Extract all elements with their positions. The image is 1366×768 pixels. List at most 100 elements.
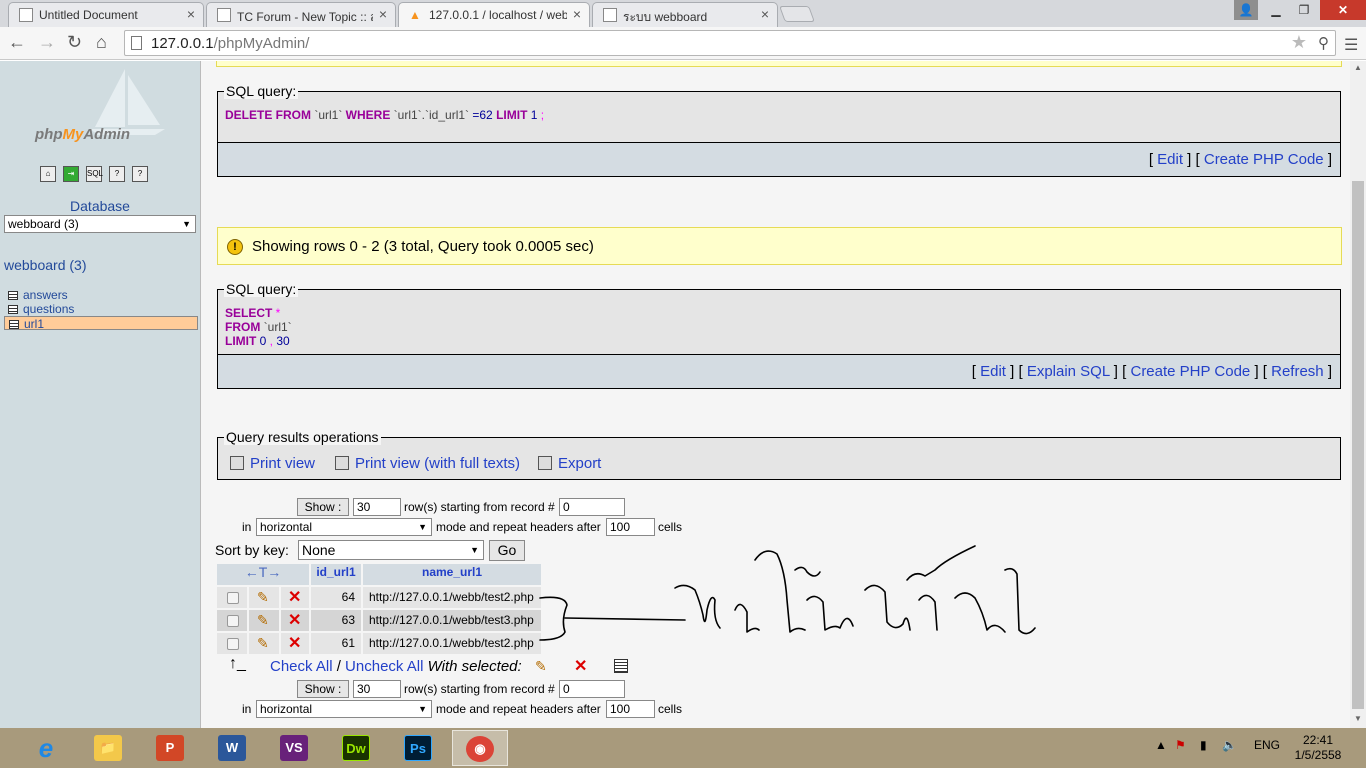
display-mode-select[interactable]: horizontal ▼ xyxy=(256,518,432,536)
phpmyadmin-logo[interactable]: phpMyAdmin xyxy=(35,126,130,143)
maximize-icon[interactable]: ❐ xyxy=(1290,0,1318,20)
pencil-icon[interactable]: ✎ xyxy=(257,633,269,654)
edit-selected-icon[interactable]: ✎ xyxy=(535,658,547,675)
menu-icon[interactable]: ☰ xyxy=(1344,35,1358,55)
document-icon xyxy=(217,8,231,22)
sql-query-legend: SQL query: xyxy=(224,281,299,297)
delete-selected-icon[interactable]: ✕ xyxy=(574,656,587,676)
close-window-icon[interactable]: ✕ xyxy=(1320,0,1366,20)
pencil-icon[interactable]: ✎ xyxy=(257,610,269,631)
word-icon[interactable]: W xyxy=(204,730,260,766)
show-button[interactable]: Show : xyxy=(297,498,349,516)
close-tab-icon[interactable]: × xyxy=(379,6,387,22)
close-tab-icon[interactable]: × xyxy=(187,6,195,22)
visual-studio-icon[interactable]: VS xyxy=(266,730,322,766)
tab-webboard[interactable]: ระบบ webboard × xyxy=(592,2,778,27)
rows-input-bottom[interactable]: 30 xyxy=(353,680,401,698)
export-link[interactable]: Export xyxy=(538,455,601,472)
print-view-link[interactable]: Print view xyxy=(230,455,315,472)
database-link[interactable]: webboard (3) xyxy=(4,257,87,273)
query-window-icon[interactable]: ? xyxy=(109,166,125,182)
back-icon[interactable]: ← xyxy=(8,32,26,53)
export-selected-icon[interactable] xyxy=(614,659,628,673)
vertical-scrollbar[interactable]: ▲ ▼ xyxy=(1350,61,1366,728)
home-icon[interactable]: ⌂ xyxy=(40,166,56,182)
delete-icon[interactable]: ✕ xyxy=(288,610,301,631)
create-php-code-link[interactable]: Create PHP Code xyxy=(1204,151,1324,168)
show-button-bottom[interactable]: Show : xyxy=(297,680,349,698)
tab-title: ระบบ webboard xyxy=(623,10,708,24)
database-label: Database xyxy=(70,198,130,214)
refresh-link[interactable]: Refresh xyxy=(1271,363,1324,380)
sql-icon[interactable]: SQL xyxy=(86,166,103,182)
table-item-url1[interactable]: url1 xyxy=(4,316,198,331)
network-icon[interactable]: ⚑ xyxy=(1175,738,1186,752)
print-view-full-link[interactable]: Print view (with full texts) xyxy=(335,455,520,472)
delete-icon[interactable]: ✕ xyxy=(288,587,301,608)
extension-icon[interactable]: ⚲ xyxy=(1318,34,1329,52)
table-icon xyxy=(8,291,18,300)
column-arrows-header[interactable]: ←T→ xyxy=(217,564,309,585)
address-url[interactable]: 127.0.0.1/phpMyAdmin/ xyxy=(151,35,309,52)
file-explorer-icon[interactable]: 📁 xyxy=(80,730,136,766)
start-record-input[interactable]: 0 xyxy=(559,498,625,516)
bookmark-star-icon[interactable]: ★ xyxy=(1291,32,1307,53)
uncheck-all-link[interactable]: Uncheck All xyxy=(345,658,423,675)
tab-title: 127.0.0.1 / localhost / web xyxy=(429,8,567,22)
showing-rows-notice: ! Showing rows 0 - 2 (3 total, Query too… xyxy=(217,227,1342,265)
go-button[interactable]: Go xyxy=(489,540,525,561)
address-bar[interactable]: 127.0.0.1/phpMyAdmin/ ★ ⚲ xyxy=(124,30,1336,56)
docs-icon[interactable]: ? xyxy=(132,166,148,182)
database-select[interactable]: webboard (3) ▼ xyxy=(4,215,196,233)
export-table-icon xyxy=(538,456,552,470)
row-checkbox[interactable] xyxy=(227,592,239,604)
new-tab-button[interactable] xyxy=(779,6,815,22)
scrollbar-thumb[interactable] xyxy=(1352,181,1364,709)
table-item-answers[interactable]: answers xyxy=(4,288,198,302)
chrome-icon[interactable]: ◉ xyxy=(452,730,508,766)
reload-icon[interactable]: ↻ xyxy=(67,32,82,53)
volume-icon[interactable]: 🔈 xyxy=(1222,738,1237,752)
scroll-down-icon[interactable]: ▼ xyxy=(1354,714,1362,723)
user-icon[interactable]: 👤 xyxy=(1234,0,1258,20)
check-all-link[interactable]: Check All xyxy=(270,658,333,675)
explain-sql-link[interactable]: Explain SQL xyxy=(1027,363,1110,380)
table-item-questions[interactable]: questions xyxy=(4,302,198,316)
tab-tc-forum[interactable]: TC Forum - New Topic :: ส × xyxy=(206,2,396,27)
close-tab-icon[interactable]: × xyxy=(761,6,769,22)
delete-icon[interactable]: ✕ xyxy=(288,633,301,654)
clock[interactable]: 22:41 1/5/2558 xyxy=(1290,733,1346,763)
sort-by-key-select[interactable]: None ▼ xyxy=(298,540,484,560)
dreamweaver-icon[interactable]: Dw xyxy=(328,730,384,766)
forward-icon[interactable]: → xyxy=(38,32,56,53)
close-tab-icon[interactable]: × xyxy=(573,6,581,22)
display-mode-select-bottom[interactable]: horizontal ▼ xyxy=(256,700,432,718)
internet-explorer-icon[interactable]: e xyxy=(18,730,74,766)
repeat-headers-input-bottom[interactable]: 100 xyxy=(606,700,655,718)
language-indicator[interactable]: ENG xyxy=(1254,738,1280,752)
create-php-code-link[interactable]: Create PHP Code xyxy=(1130,363,1250,380)
navigation-frame: phpMyAdmin ⌂ ⇥ SQL?? Database webboard (3)… xyxy=(0,61,200,728)
tab-untitled-document[interactable]: Untitled Document × xyxy=(8,2,204,27)
row-checkbox[interactable] xyxy=(227,638,239,650)
pencil-icon[interactable]: ✎ xyxy=(257,587,269,608)
column-header-name-url1[interactable]: name_url1 xyxy=(363,564,541,585)
rows-input[interactable]: 30 xyxy=(353,498,401,516)
edit-link[interactable]: Edit xyxy=(1157,151,1183,168)
exit-icon[interactable]: ⇥ xyxy=(63,166,79,182)
row-checkbox[interactable] xyxy=(227,615,239,627)
scroll-up-icon[interactable]: ▲ xyxy=(1354,63,1362,72)
powerpoint-icon[interactable]: P xyxy=(142,730,198,766)
photoshop-icon[interactable]: Ps xyxy=(390,730,446,766)
show-hidden-icons[interactable]: ▲ xyxy=(1155,738,1167,752)
start-record-input-bottom[interactable]: 0 xyxy=(559,680,625,698)
power-icon[interactable]: ▮ xyxy=(1200,738,1207,752)
minimize-icon[interactable]: ▁ xyxy=(1262,0,1290,20)
document-icon xyxy=(19,8,33,22)
repeat-headers-input[interactable]: 100 xyxy=(606,518,655,536)
column-header-id-url1[interactable]: id_url1 xyxy=(311,564,361,585)
tab-phpmyadmin[interactable]: ▲ 127.0.0.1 / localhost / web × xyxy=(398,2,590,27)
edit-link[interactable]: Edit xyxy=(980,363,1006,380)
id-cell: 63 xyxy=(311,610,361,631)
home-icon[interactable]: ⌂ xyxy=(96,32,107,53)
